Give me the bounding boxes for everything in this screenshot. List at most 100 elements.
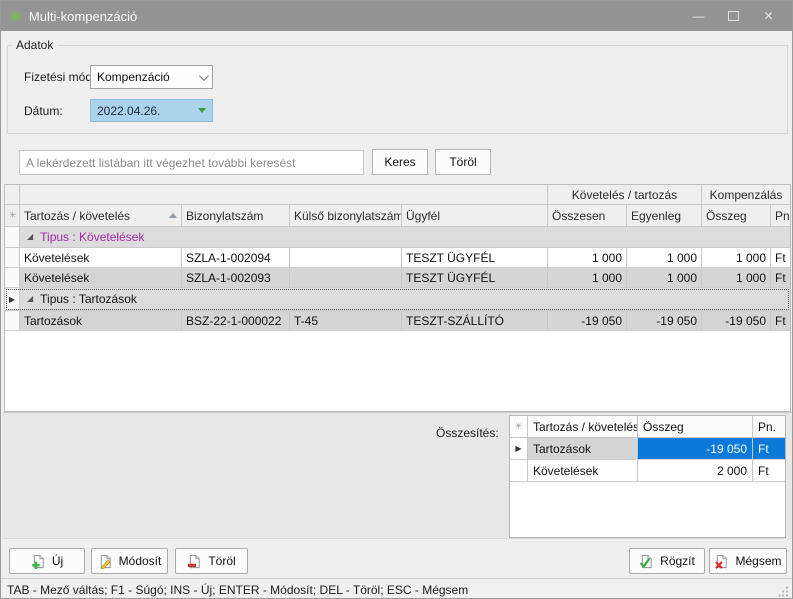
- cell-amount[interactable]: 1 000: [702, 268, 771, 287]
- cell-balance[interactable]: -19 050: [627, 311, 702, 330]
- compensation-grid: Követelés / tartozás Kompenzálás ✳ Tarto…: [4, 184, 791, 412]
- summary-cell-currency[interactable]: Ft: [753, 460, 785, 481]
- delete-button[interactable]: Töröl: [175, 548, 248, 574]
- cancel-button[interactable]: Mégsem: [709, 548, 787, 574]
- row-indicator-cell: ▶: [510, 438, 528, 459]
- close-icon: ✕: [763, 9, 773, 23]
- title-bar[interactable]: ❋ Multi-kompenzáció — ✕: [1, 1, 792, 31]
- clear-search-button[interactable]: Töröl: [435, 149, 491, 175]
- edit-button[interactable]: Módosít: [91, 548, 168, 574]
- cell-total[interactable]: 1 000: [548, 248, 627, 267]
- table-row[interactable]: Tartozások BSZ-22-1-000022 T-45 TESZT-SZ…: [5, 311, 790, 331]
- cell-balance[interactable]: 1 000: [627, 248, 702, 267]
- cell-customer[interactable]: TESZT ÜGYFÉL: [402, 248, 548, 267]
- band-indicator-cell: [5, 185, 20, 204]
- resize-grip[interactable]: [778, 586, 789, 597]
- summary-column-currency[interactable]: Pn.: [753, 416, 785, 437]
- date-value: 2022.04.26.: [97, 104, 160, 118]
- cell-currency[interactable]: Ft: [771, 311, 790, 330]
- cell-docnumber[interactable]: BSZ-22-1-000022: [182, 311, 290, 330]
- new-button-label: Új: [52, 554, 63, 568]
- cell-balance[interactable]: 1 000: [627, 268, 702, 287]
- grid-header-row: ✳ Tartozás / követelés Bizonylatszám Kül…: [5, 205, 790, 227]
- summary-header-row: ✳ Tartozás / követelés Összeg Pn.: [510, 416, 785, 438]
- group-row-kovetelesek[interactable]: ◢ Tipus : Követelések: [5, 227, 790, 248]
- group-label: Tipus : Tartozások: [40, 292, 137, 306]
- status-bar-text: TAB - Mező váltás; F1 - Súgó; INS - Új; …: [7, 583, 468, 597]
- column-header-external-docnumber[interactable]: Külső bizonylatszám: [290, 205, 402, 226]
- summary-column-type[interactable]: Tartozás / követelés: [528, 416, 638, 437]
- row-indicator-cell: [5, 268, 20, 287]
- search-button[interactable]: Keres: [372, 149, 428, 175]
- search-input[interactable]: [19, 150, 364, 175]
- row-indicator-cell: [5, 248, 20, 267]
- row-indicator-cell: [5, 227, 20, 247]
- cell-external-docnumber[interactable]: T-45: [290, 311, 402, 330]
- minimize-button[interactable]: —: [681, 1, 716, 31]
- band-compensation[interactable]: Kompenzálás: [702, 185, 790, 204]
- summary-cell-amount[interactable]: -19 050: [638, 438, 753, 459]
- column-header-docnumber[interactable]: Bizonylatszám: [182, 205, 290, 226]
- cell-customer[interactable]: TESZT ÜGYFÉL: [402, 268, 548, 287]
- summary-row[interactable]: Követelések 2 000 Ft: [510, 460, 785, 482]
- delete-button-label: Töröl: [208, 554, 235, 568]
- collapse-group-icon[interactable]: ◢: [27, 233, 33, 241]
- cell-total[interactable]: -19 050: [548, 311, 627, 330]
- column-header-customer[interactable]: Ügyfél: [402, 205, 548, 226]
- cell-type[interactable]: Követelések: [20, 268, 182, 287]
- summary-panel: Összesítés: ✳ Tartozás / követelés Össze…: [3, 412, 792, 539]
- cell-type[interactable]: Tartozások: [20, 311, 182, 330]
- cell-amount[interactable]: 1 000: [702, 248, 771, 267]
- summary-empty-area: [510, 482, 785, 537]
- cell-docnumber[interactable]: SZLA-1-002094: [182, 248, 290, 267]
- summary-row[interactable]: ▶ Tartozások -19 050 Ft: [510, 438, 785, 460]
- new-document-icon: [31, 554, 46, 569]
- groupbox-title: Adatok: [12, 38, 57, 52]
- maximize-icon: [728, 11, 739, 21]
- band-empty-cell: [20, 185, 548, 204]
- column-header-currency[interactable]: Pn.: [771, 205, 790, 226]
- save-button[interactable]: Rögzít: [629, 548, 705, 574]
- column-header-type[interactable]: Tartozás / követelés: [20, 205, 182, 226]
- payment-method-combobox[interactable]: Kompenzáció: [90, 65, 213, 89]
- group-label: Tipus : Követelések: [40, 230, 144, 244]
- dialog-window: ❋ Multi-kompenzáció — ✕ Adatok Fizetési …: [0, 0, 793, 599]
- row-indicator-cell: ▶: [5, 288, 20, 310]
- cell-external-docnumber[interactable]: [290, 268, 402, 287]
- new-button[interactable]: Új: [9, 548, 85, 574]
- chevron-down-icon: [199, 71, 209, 81]
- date-picker[interactable]: 2022.04.26.: [90, 99, 213, 122]
- column-header-label: Tartozás / követelés: [24, 209, 130, 223]
- cell-currency[interactable]: Ft: [771, 268, 790, 287]
- collapse-group-icon[interactable]: ◢: [27, 295, 33, 303]
- cell-amount[interactable]: -19 050: [702, 311, 771, 330]
- summary-cell-currency[interactable]: Ft: [753, 438, 785, 459]
- new-row-icon: ✳: [515, 421, 523, 432]
- table-row[interactable]: Követelések SZLA-1-002093 TESZT ÜGYFÉL 1…: [5, 268, 790, 288]
- focused-row-icon: ▶: [9, 295, 15, 304]
- new-row-icon: ✳: [9, 210, 17, 221]
- group-content: ◢ Tipus : Követelések: [20, 227, 790, 247]
- summary-column-amount[interactable]: Összeg: [638, 416, 753, 437]
- summary-cell-type[interactable]: Követelések: [528, 460, 638, 481]
- column-header-amount[interactable]: Összeg: [702, 205, 771, 226]
- cell-total[interactable]: 1 000: [548, 268, 627, 287]
- summary-header-indicator: ✳: [510, 416, 528, 437]
- app-icon: ❋: [10, 10, 21, 23]
- focused-row-icon: ▶: [515, 444, 521, 453]
- cell-external-docnumber[interactable]: [290, 248, 402, 267]
- summary-cell-amount[interactable]: 2 000: [638, 460, 753, 481]
- cell-docnumber[interactable]: SZLA-1-002093: [182, 268, 290, 287]
- cell-type[interactable]: Követelések: [20, 248, 182, 267]
- group-row-tartozasok[interactable]: ▶ ◢ Tipus : Tartozások: [5, 288, 790, 311]
- maximize-button[interactable]: [716, 1, 751, 31]
- summary-cell-type[interactable]: Tartozások: [528, 438, 638, 459]
- cell-customer[interactable]: TESZT-SZÁLLÍTÓ: [402, 311, 548, 330]
- column-header-total[interactable]: Összesen: [548, 205, 627, 226]
- close-button[interactable]: ✕: [751, 1, 786, 31]
- column-header-balance[interactable]: Egyenleg: [627, 205, 702, 226]
- band-claim-debt[interactable]: Követelés / tartozás: [548, 185, 702, 204]
- table-row[interactable]: Követelések SZLA-1-002094 TESZT ÜGYFÉL 1…: [5, 248, 790, 268]
- cell-currency[interactable]: Ft: [771, 248, 790, 267]
- cancel-x-icon: [714, 554, 729, 569]
